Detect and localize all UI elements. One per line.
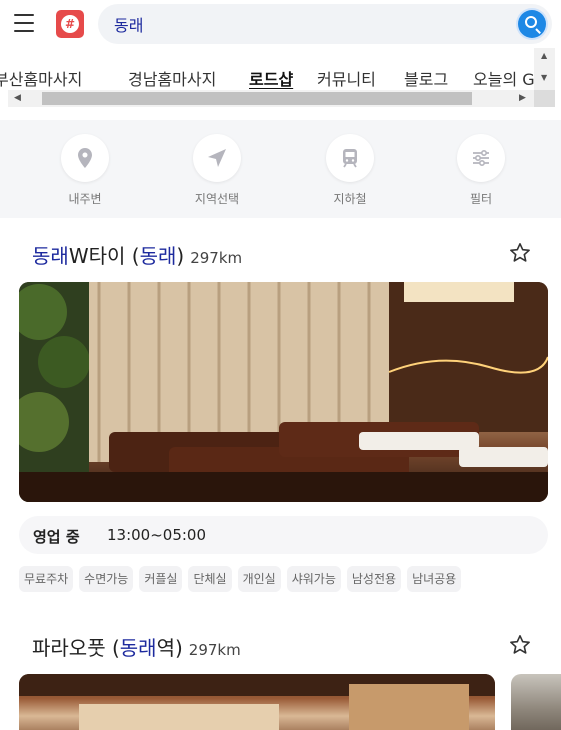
tag-chip: 개인실 [237, 566, 281, 592]
search-bar [98, 4, 552, 44]
tab-roadshop[interactable]: 로드샵 [249, 66, 293, 90]
scrollbar-thumb[interactable] [42, 92, 472, 105]
business-hours: 13:00~05:00 [107, 526, 207, 544]
sliders-icon [457, 134, 505, 182]
favorite-star-icon[interactable] [508, 633, 532, 657]
category-tabs: 부산홈마사지 경남홈마사지 로드샵 커뮤니티 블로그 오늘의 G [0, 66, 534, 92]
quick-nav-label: 필터 [469, 192, 493, 206]
app-header: # [0, 0, 561, 48]
listing-title-highlight: 동래 [32, 244, 69, 268]
vertical-scrollbar[interactable]: ▲ ▼ [534, 48, 555, 90]
scroll-down-icon[interactable]: ▼ [541, 74, 547, 82]
app-logo[interactable]: # [56, 10, 84, 38]
tab-blog[interactable]: 블로그 [404, 66, 448, 90]
listing-title[interactable]: 동래W타이 (동래) 297km [32, 240, 242, 269]
quick-nav-label: 내주변 [68, 192, 102, 206]
quick-nav-subway[interactable]: 지하철 [305, 134, 395, 214]
quick-nav-nearby[interactable]: 내주변 [40, 134, 130, 214]
location-pin-icon [61, 134, 109, 182]
tab-today[interactable]: 오늘의 G [473, 66, 534, 90]
favorite-star-icon[interactable] [508, 241, 532, 265]
spa-room-photo [19, 282, 548, 502]
tag-chip: 무료주차 [19, 566, 74, 592]
tab-gyeongnam-home-massage[interactable]: 경남홈마사지 [128, 66, 216, 90]
subway-icon [326, 134, 374, 182]
scroll-up-icon[interactable]: ▲ [541, 52, 547, 60]
quick-nav-region[interactable]: 지역선택 [172, 134, 262, 214]
listing-distance: 297km [188, 641, 241, 659]
listing-tags: 무료주차 수면가능 커플실 단체실 개인실 샤워가능 남성전용 남녀공용 [19, 566, 467, 594]
listing-title-text: ) [176, 244, 185, 268]
tag-chip: 수면가능 [79, 566, 134, 592]
listing-title-text: W타이 ( [68, 244, 140, 268]
search-icon [525, 16, 537, 28]
scrollbar-corner [534, 90, 555, 107]
listing-distance: 297km [190, 249, 243, 267]
foot-spa-photo [19, 674, 495, 730]
tag-chip: 샤워가능 [286, 566, 341, 592]
listing-photo[interactable] [19, 674, 495, 730]
horizontal-scrollbar[interactable]: ◀ ▶ [8, 90, 534, 107]
quick-nav: 내주변 지역선택 지하철 필터 [0, 120, 561, 218]
business-hours-pill: 영업 중 13:00~05:00 [19, 516, 548, 554]
quick-nav-label: 지역선택 [194, 192, 240, 206]
hamburger-menu-icon[interactable] [12, 12, 38, 34]
listing-title-highlight: 동래 [119, 636, 157, 660]
quick-nav-label: 지하철 [333, 192, 367, 206]
navigation-arrow-icon [193, 134, 241, 182]
tag-chip: 단체실 [188, 566, 232, 592]
tab-busan-home-massage[interactable]: 부산홈마사지 [0, 66, 82, 90]
search-button[interactable] [518, 10, 546, 38]
listing-title[interactable]: 파라오풋 (동래역) 297km [32, 632, 241, 661]
search-input[interactable] [114, 12, 494, 36]
open-status-label: 영업 중 [33, 528, 80, 546]
tag-chip: 커플실 [139, 566, 183, 592]
listing-title-highlight: 동래 [139, 244, 177, 268]
scroll-right-icon[interactable]: ▶ [519, 94, 526, 103]
tag-chip: 남녀공용 [407, 566, 462, 592]
quick-nav-filter[interactable]: 필터 [436, 134, 526, 214]
scroll-left-icon[interactable]: ◀ [14, 94, 21, 103]
listing-title-text: 역) [156, 636, 183, 660]
listing-photo-secondary[interactable] [511, 674, 561, 730]
logo-mark: # [61, 15, 79, 33]
tab-community[interactable]: 커뮤니티 [317, 66, 376, 90]
listing-photo[interactable] [19, 282, 548, 502]
category-tab-strip: 부산홈마사지 경남홈마사지 로드샵 커뮤니티 블로그 오늘의 G ▲ ▼ ◀ ▶ [0, 48, 561, 110]
listing-title-text: 파라오풋 ( [32, 636, 120, 660]
tag-chip: 남성전용 [346, 566, 402, 592]
